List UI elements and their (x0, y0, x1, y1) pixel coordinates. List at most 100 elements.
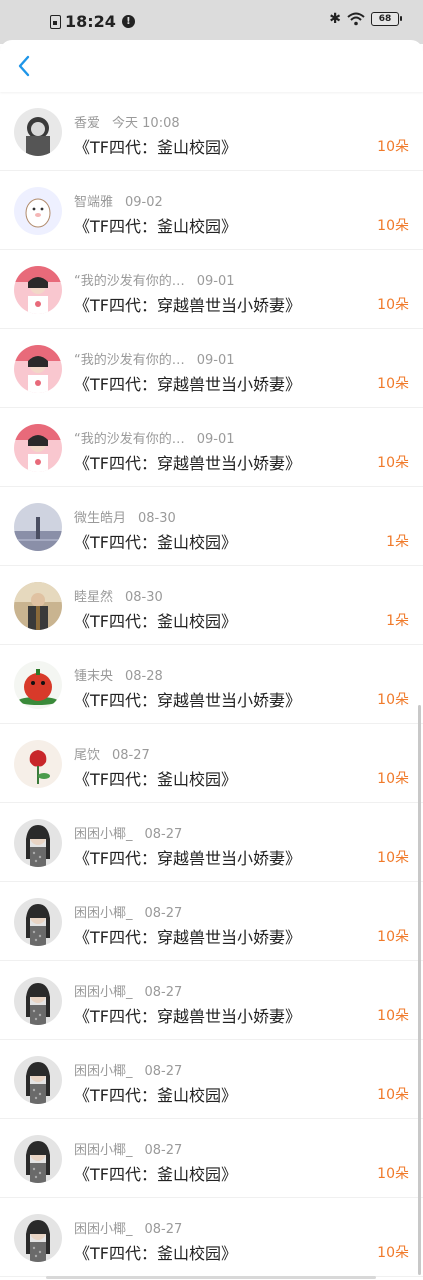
list-item[interactable]: 困困小椰_ 08-27 《TF四代：釜山校园》 10朵 (0, 1040, 423, 1119)
gift-list: 香爱 今天 10:08 《TF四代：釜山校园》 10朵 智端雅 09-02 《TF四代：釜山… (0, 92, 423, 1277)
list-item[interactable]: 困困小椰_ 08-27 《TF四代：釜山校园》 10朵 (0, 1198, 423, 1277)
gift-date: 08-27 (144, 827, 183, 842)
gift-date: 08-27 (144, 906, 183, 921)
gift-date: 今天 10:08 (112, 116, 180, 131)
item-meta: 困困小椰_ 08-27 (74, 1060, 182, 1079)
gift-date: 09-01 (196, 353, 235, 368)
status-right: ✱ 68 (329, 11, 402, 27)
user-name: 困困小椰_ (74, 1064, 133, 1079)
avatar[interactable] (14, 819, 62, 867)
flower-count: 10朵 (377, 1087, 409, 1103)
scrollbar[interactable] (418, 705, 421, 1275)
list-item[interactable]: 锺末央 08-28 《TF四代：穿越兽世当小娇妻》 10朵 (0, 645, 423, 724)
gift-date: 09-01 (196, 274, 235, 289)
gift-date: 08-27 (144, 1222, 183, 1237)
gift-date: 08-27 (112, 748, 150, 763)
item-meta: 智端雅 09-02 (74, 191, 163, 210)
book-title[interactable]: 《TF四代：穿越兽世当小娇妻》 (74, 292, 301, 316)
flower-count: 10朵 (377, 692, 409, 708)
book-title[interactable]: 《TF四代：釜山校园》 (74, 608, 237, 632)
app-header (0, 40, 423, 92)
wifi-icon (347, 12, 365, 26)
item-meta: “我的沙发有你的… 09-01 (74, 428, 235, 447)
list-item[interactable]: 困困小椰_ 08-27 《TF四代：釜山校园》 10朵 (0, 1119, 423, 1198)
chevron-left-icon (18, 55, 30, 77)
list-item[interactable]: 智端雅 09-02 《TF四代：釜山校园》 10朵 (0, 171, 423, 250)
avatar[interactable] (14, 108, 62, 156)
flower-count: 1朵 (386, 534, 409, 550)
user-name: 困困小椰_ (74, 906, 133, 921)
user-name: “我的沙发有你的… (74, 353, 185, 368)
book-title[interactable]: 《TF四代：釜山校园》 (74, 529, 237, 553)
avatar[interactable] (14, 898, 62, 946)
item-meta: 困困小椰_ 08-27 (74, 1139, 182, 1158)
list-item[interactable]: 困困小椰_ 08-27 《TF四代：穿越兽世当小娇妻》 10朵 (0, 882, 423, 961)
item-meta: 困困小椰_ 08-27 (74, 823, 182, 842)
book-title[interactable]: 《TF四代：穿越兽世当小娇妻》 (74, 1003, 301, 1027)
list-item[interactable]: 香爱 今天 10:08 《TF四代：釜山校园》 10朵 (0, 92, 423, 171)
user-name: 尾饮 (74, 748, 101, 763)
book-title[interactable]: 《TF四代：釜山校园》 (74, 213, 237, 237)
gift-date: 08-27 (144, 985, 183, 1000)
flower-count: 10朵 (377, 376, 409, 392)
user-name: 微生皓月 (74, 511, 127, 526)
book-title[interactable]: 《TF四代：穿越兽世当小娇妻》 (74, 450, 301, 474)
item-meta: 微生皓月 08-30 (74, 507, 176, 526)
list-item[interactable]: 睦星然 08-30 《TF四代：釜山校园》 1朵 (0, 566, 423, 645)
book-title[interactable]: 《TF四代：釜山校园》 (74, 1161, 237, 1185)
sim-card-icon (50, 14, 61, 29)
avatar[interactable] (14, 582, 62, 630)
avatar[interactable] (14, 424, 62, 472)
list-item[interactable]: “我的沙发有你的… 09-01 《TF四代：穿越兽世当小娇妻》 10朵 (0, 408, 423, 487)
avatar[interactable] (14, 1135, 62, 1183)
user-name: 困困小椰_ (74, 1143, 133, 1158)
flower-count: 10朵 (377, 771, 409, 787)
user-name: 困困小椰_ (74, 827, 133, 842)
avatar[interactable] (14, 661, 62, 709)
status-time: 18:24 (65, 12, 116, 31)
gift-date: 08-27 (144, 1143, 183, 1158)
flower-count: 10朵 (377, 1166, 409, 1182)
item-meta: 睦星然 08-30 (74, 586, 163, 605)
flower-count: 1朵 (386, 613, 409, 629)
status-bar: 18:24 ! ✱ 68 (0, 0, 423, 44)
gift-date: 08-30 (125, 590, 163, 605)
gift-date: 09-01 (196, 432, 235, 447)
list-item[interactable]: 微生皓月 08-30 《TF四代：釜山校园》 1朵 (0, 487, 423, 566)
book-title[interactable]: 《TF四代：釜山校园》 (74, 134, 237, 158)
gift-date: 09-02 (125, 195, 163, 210)
book-title[interactable]: 《TF四代：釜山校园》 (74, 1240, 237, 1264)
avatar[interactable] (14, 1056, 62, 1104)
back-button[interactable] (12, 52, 36, 80)
bluetooth-icon: ✱ (329, 11, 341, 27)
list-item[interactable]: 困困小椰_ 08-27 《TF四代：穿越兽世当小娇妻》 10朵 (0, 803, 423, 882)
book-title[interactable]: 《TF四代：釜山校园》 (74, 1082, 237, 1106)
user-name: “我的沙发有你的… (74, 274, 185, 289)
gift-date: 08-30 (138, 511, 176, 526)
list-item[interactable]: 困困小椰_ 08-27 《TF四代：穿越兽世当小娇妻》 10朵 (0, 961, 423, 1040)
book-title[interactable]: 《TF四代：穿越兽世当小娇妻》 (74, 845, 301, 869)
user-name: 智端雅 (74, 195, 114, 210)
flower-count: 10朵 (377, 455, 409, 471)
list-item[interactable]: “我的沙发有你的… 09-01 《TF四代：穿越兽世当小娇妻》 10朵 (0, 250, 423, 329)
avatar[interactable] (14, 977, 62, 1025)
item-meta: 困困小椰_ 08-27 (74, 902, 182, 921)
flower-count: 10朵 (377, 1245, 409, 1261)
list-item[interactable]: “我的沙发有你的… 09-01 《TF四代：穿越兽世当小娇妻》 10朵 (0, 329, 423, 408)
avatar[interactable] (14, 345, 62, 393)
user-name: 困困小椰_ (74, 1222, 133, 1237)
book-title[interactable]: 《TF四代：穿越兽世当小娇妻》 (74, 687, 301, 711)
list-item[interactable]: 尾饮 08-27 《TF四代：釜山校园》 10朵 (0, 724, 423, 803)
user-name: 睦星然 (74, 590, 114, 605)
book-title[interactable]: 《TF四代：穿越兽世当小娇妻》 (74, 924, 301, 948)
status-left: 18:24 ! (50, 12, 135, 31)
avatar[interactable] (14, 187, 62, 235)
avatar[interactable] (14, 503, 62, 551)
avatar[interactable] (14, 1214, 62, 1262)
book-title[interactable]: 《TF四代：釜山校园》 (74, 766, 237, 790)
book-title[interactable]: 《TF四代：穿越兽世当小娇妻》 (74, 371, 301, 395)
item-meta: 困困小椰_ 08-27 (74, 1218, 182, 1237)
avatar[interactable] (14, 740, 62, 788)
avatar[interactable] (14, 266, 62, 314)
user-name: 香爱 (74, 116, 101, 131)
